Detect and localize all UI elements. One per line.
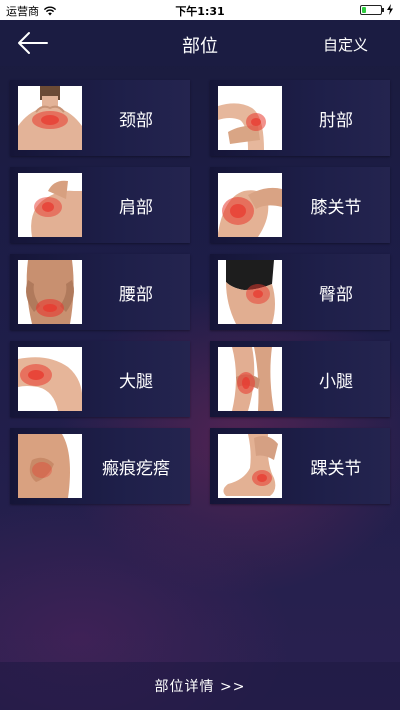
hip-photo	[218, 260, 282, 324]
battery-cap	[382, 7, 384, 12]
body-part-label: 腰部	[119, 284, 153, 305]
body-part-label: 大腿	[119, 371, 153, 392]
body-part-label: 颈部	[119, 110, 153, 131]
body-part-label: 臀部	[319, 284, 353, 305]
body-part-label: 小腿	[319, 371, 353, 392]
body-part-card-elbow[interactable]: 肘部	[210, 80, 390, 156]
ankle-photo	[218, 434, 282, 498]
body-part-card-ankle[interactable]: 踝关节	[210, 428, 390, 504]
neck-photo	[18, 86, 82, 150]
body-part-card-neck[interactable]: 颈部	[10, 80, 190, 156]
body-part-label: 膝关节	[310, 197, 362, 218]
body-part-label: 踝关节	[310, 458, 362, 479]
shoulder-photo	[18, 173, 82, 237]
body-part-card-calf[interactable]: 小腿	[210, 341, 390, 417]
custom-button[interactable]: 自定义	[323, 34, 368, 55]
charging-icon	[387, 4, 393, 15]
body-part-card-knee[interactable]: 膝关节	[210, 167, 390, 243]
status-time: 下午1:31	[175, 5, 225, 18]
knee-photo	[218, 173, 282, 237]
battery-fill	[362, 6, 366, 13]
status-bar: 运营商 下午1:31	[0, 0, 400, 20]
body-part-card-thigh[interactable]: 大腿	[10, 341, 190, 417]
scar-photo	[18, 434, 82, 498]
details-button[interactable]: 部位详情 >>	[0, 662, 400, 710]
nav-bar: 部位 自定义	[0, 20, 400, 66]
body-part-label: 瘢痕疙瘩	[102, 458, 170, 479]
body-part-card-lower-back[interactable]: 腰部	[10, 254, 190, 330]
lower-back-photo	[18, 260, 82, 324]
battery-icon	[360, 4, 384, 15]
body-part-card-scar[interactable]: 瘢痕疙瘩	[10, 428, 190, 504]
body-part-card-hip[interactable]: 臀部	[210, 254, 390, 330]
elbow-photo	[218, 86, 282, 150]
body-part-card-shoulder[interactable]: 肩部	[10, 167, 190, 243]
calf-photo	[218, 347, 282, 411]
status-right	[360, 4, 394, 15]
body-part-label: 肘部	[319, 110, 353, 131]
thigh-photo	[18, 347, 82, 411]
body-part-label: 肩部	[119, 197, 153, 218]
